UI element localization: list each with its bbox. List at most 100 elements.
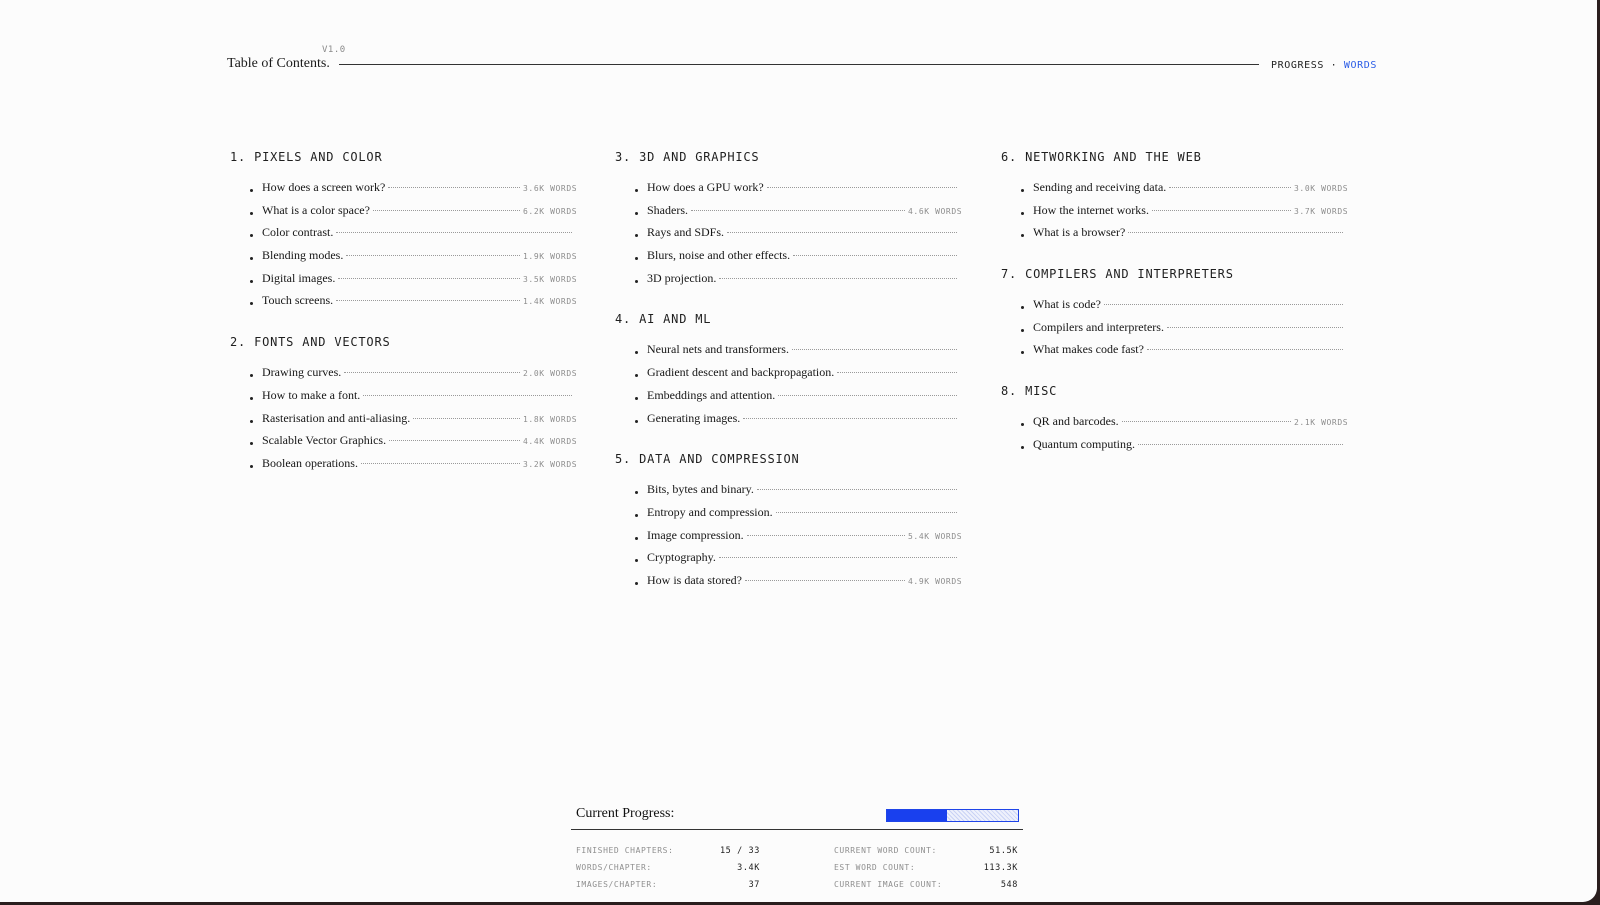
toc-entry[interactable]: Neural nets and transformers. [615,342,960,365]
stat-key: EST WORD COUNT: [834,863,916,872]
toc-entry-title[interactable]: What makes code fast? [1021,342,1144,357]
toc-entry-title[interactable]: Scalable Vector Graphics. [250,433,386,448]
toc-entry[interactable]: Color contrast. [230,225,575,248]
toc-entry[interactable]: How to make a font. [230,388,575,411]
chapter-title[interactable]: 2. FONTS AND VECTORS [230,335,575,349]
mode-words-toggle[interactable]: WORDS [1344,60,1377,71]
toc-entry-title[interactable]: How does a screen work? [250,180,385,195]
toc-entry-title[interactable]: Rays and SDFs. [635,225,724,240]
chapter-title[interactable]: 7. COMPILERS AND INTERPRETERS [1001,267,1346,281]
bullet-icon [635,279,638,283]
word-count: 6.2K WORDS [523,206,578,216]
toc-entry-title[interactable]: Compilers and interpreters. [1021,320,1164,335]
toc-entry[interactable]: Sending and receiving data. 3.0K WORDS [1001,180,1348,203]
toc-entry[interactable]: Rasterisation and anti-aliasing. 1.8K WOR… [230,411,577,434]
toc-entry[interactable]: Image compression. 5.4K WORDS [615,528,962,551]
stat-value: 3.4K [737,863,760,873]
toc-entry-title[interactable]: Blurs, noise and other effects. [635,248,790,263]
toc-entry[interactable]: What is a color space? 6.2K WORDS [230,203,578,226]
toc-entry[interactable]: Scalable Vector Graphics. 4.4K WORDS [230,433,577,456]
toc-entry-title[interactable]: Digital images. [250,271,335,286]
toc-entry[interactable]: Cryptography. [615,550,960,573]
toc-entry[interactable]: What is code? [1001,297,1346,320]
bullet-icon [635,419,638,423]
toc-entry-title[interactable]: Shaders. [635,203,688,218]
version-label: V1.0 [322,45,346,55]
toc-entry[interactable]: Touch screens. 1.4K WORDS [230,293,577,316]
toc-entry-title[interactable]: Boolean operations. [250,456,358,471]
toc-entry-title[interactable]: Rasterisation and anti-aliasing. [250,411,410,426]
chapter-title[interactable]: 1. PIXELS AND COLOR [230,150,575,164]
toc-entry-title[interactable]: Blending modes. [250,248,343,263]
toc-entry-title[interactable]: Touch screens. [250,293,333,308]
toc-entry[interactable]: Shaders. 4.6K WORDS [615,203,962,226]
bullet-icon [635,211,638,215]
toc-entry[interactable]: Blending modes. 1.9K WORDS [230,248,578,271]
toc-entry-title[interactable]: What is a color space? [250,203,370,218]
toc-entry[interactable]: Entropy and compression. [615,505,960,528]
toc-entry[interactable]: Bits, bytes and binary. [615,482,960,505]
stat-key: CURRENT WORD COUNT: [834,846,937,855]
toc-entry[interactable]: Blurs, noise and other effects. [615,248,960,271]
toc-entry-title[interactable]: Gradient descent and backpropagation. [635,365,834,380]
toc-entry[interactable]: Embeddings and attention. [615,388,960,411]
toc-entry-title[interactable]: Embeddings and attention. [635,388,775,403]
dotted-leader [1166,326,1343,328]
toc-entry-title[interactable]: Cryptography. [635,550,716,565]
toc-entry[interactable]: What is a browser? [1001,225,1346,248]
chapter-title[interactable]: 4. AI AND ML [615,312,960,326]
toc-entry-title[interactable]: Sending and receiving data. [1021,180,1166,195]
toc-entry[interactable]: How does a screen work? 3.6K WORDS [230,180,578,203]
toc-entry[interactable]: 3D projection. [615,271,960,294]
toc-entry-title[interactable]: Drawing curves. [250,365,341,380]
toc-entry[interactable]: Gradient descent and backpropagation. [615,365,960,388]
toc-entry-title[interactable]: 3D projection. [635,271,716,286]
chapter-title[interactable]: 5. DATA AND COMPRESSION [615,452,960,466]
chapter-title[interactable]: 8. MISC [1001,384,1346,398]
toc-entry-title[interactable]: Image compression. [635,528,744,543]
toc-entry-title[interactable]: Quantum computing. [1021,437,1135,452]
toc-entry[interactable]: Quantum computing. [1001,437,1346,460]
toc-entry[interactable]: How is data stored? 4.9K WORDS [615,573,963,596]
dotted-leader [389,440,520,442]
toc-entry-title[interactable]: Bits, bytes and binary. [635,482,754,497]
toc-entry-title[interactable]: How is data stored? [635,573,742,588]
toc-entry-title[interactable]: How the internet works. [1021,203,1149,218]
word-count: 3.5K WORDS [523,274,578,284]
toc-column-1: 1. PIXELS AND COLOR How does a screen wor… [230,150,578,498]
toc-entry-title[interactable]: What is a browser? [1021,225,1125,240]
chapter-section: 3. 3D AND GRAPHICS How does a GPU work? Sh… [615,150,962,294]
toc-entry-title[interactable]: Color contrast. [250,225,333,240]
toc-entry[interactable]: What makes code fast? [1001,342,1346,365]
bullet-icon [250,396,253,400]
dotted-leader [746,534,905,536]
dotted-leader [336,300,520,302]
chapter-section: 7. COMPILERS AND INTERPRETERS What is cod… [1001,267,1346,365]
toc-entry[interactable]: QR and barcodes. 2.1K WORDS [1001,414,1348,437]
toc-entry[interactable]: Generating images. [615,411,960,434]
word-count: 1.9K WORDS [523,252,578,262]
toc-entry[interactable]: How does a GPU work? [615,180,960,203]
toc-entry[interactable]: Rays and SDFs. [615,225,960,248]
toc-entry-title[interactable]: QR and barcodes. [1021,414,1119,429]
chapter-title[interactable]: 6. NETWORKING AND THE WEB [1001,150,1346,164]
toc-entry-title[interactable]: What is code? [1021,297,1101,312]
dotted-leader [837,372,957,374]
toc-entry-title[interactable]: Neural nets and transformers. [635,342,789,357]
toc-entry-title[interactable]: How to make a font. [250,388,360,403]
word-count: 3.6K WORDS [523,184,578,193]
toc-entry[interactable]: Compilers and interpreters. [1001,320,1346,343]
mode-progress-toggle[interactable]: PROGRESS [1271,60,1324,71]
toc-entry[interactable]: How the internet works. 3.7K WORDS [1001,203,1348,226]
toc-entry[interactable]: Boolean operations. 3.2K WORDS [230,456,577,479]
stat-key: IMAGES/CHAPTER: [576,880,658,889]
chapter-title[interactable]: 3. 3D AND GRAPHICS [615,150,960,164]
dotted-leader [336,232,572,234]
toc-entry[interactable]: Drawing curves. 2.0K WORDS [230,365,577,388]
toc-entry-title[interactable]: Generating images. [635,411,740,426]
toc-entry-title[interactable]: How does a GPU work? [635,180,764,195]
word-count: 4.9K WORDS [908,576,963,586]
dotted-leader [1103,304,1343,306]
toc-entry-title[interactable]: Entropy and compression. [635,505,773,520]
toc-entry[interactable]: Digital images. 3.5K WORDS [230,271,578,294]
